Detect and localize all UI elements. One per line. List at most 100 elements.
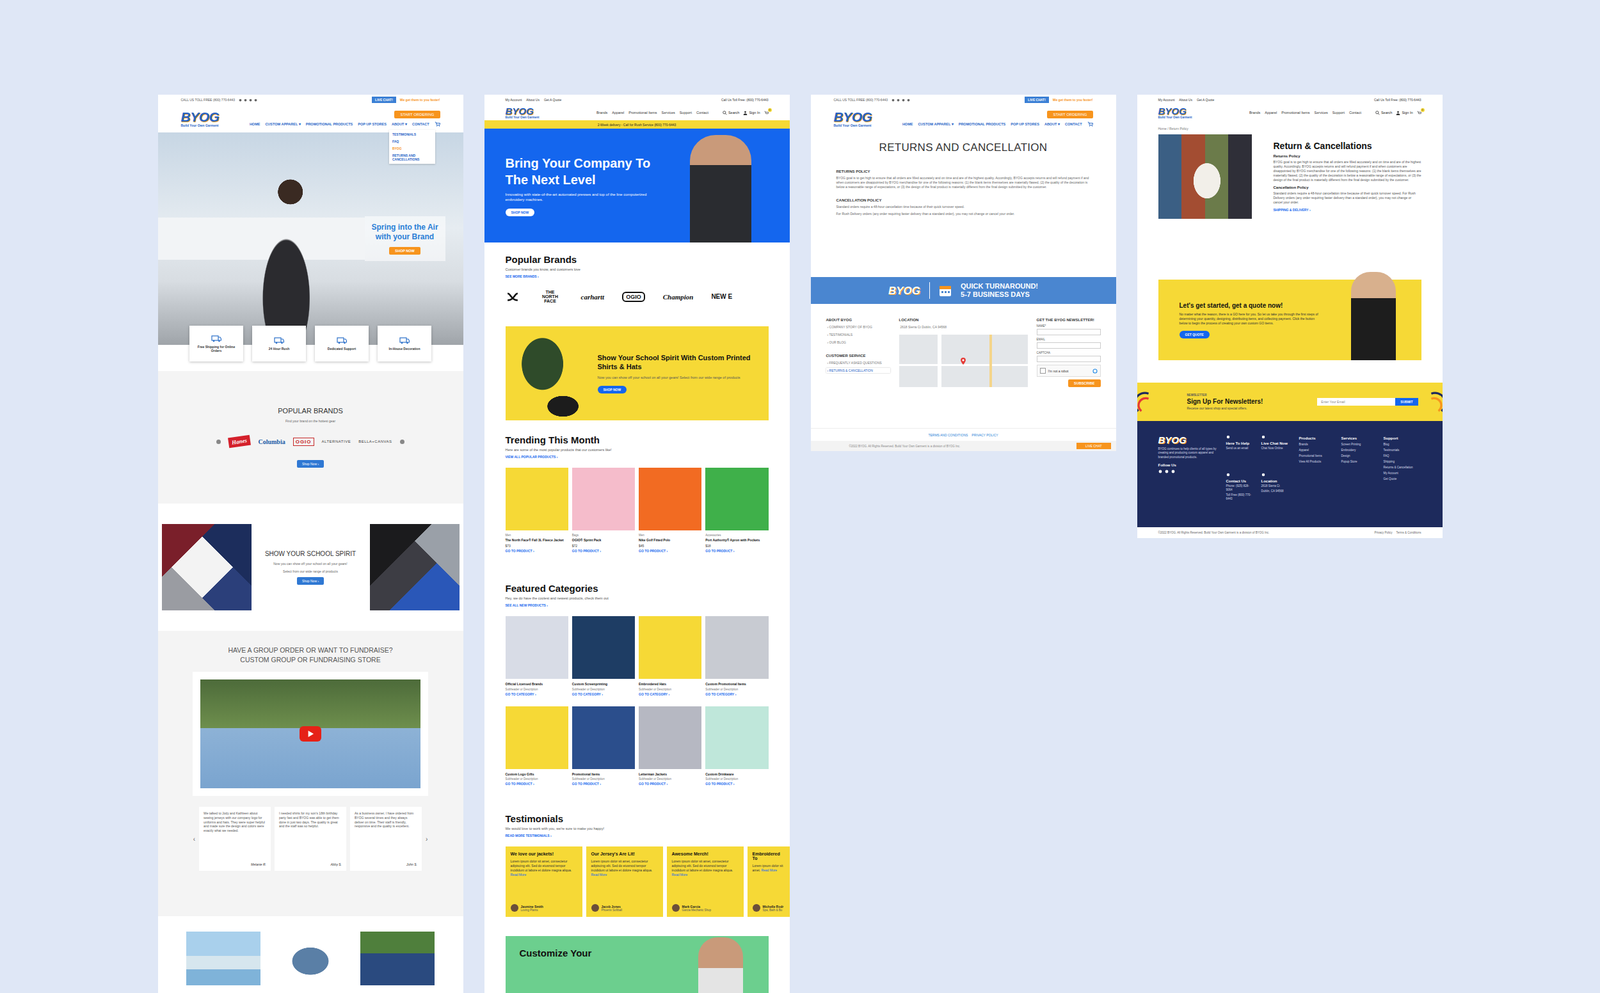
carousel-next[interactable]: › <box>425 835 428 843</box>
product-card[interactable]: MenNike Golf Fitted Polo$45GO TO PRODUCT… <box>638 467 702 553</box>
carousel-prev-icon[interactable] <box>216 439 221 445</box>
footer-link[interactable]: › TESTIMONIALS <box>826 332 891 338</box>
footer-link[interactable]: Returns & Cancellation <box>1383 465 1417 470</box>
cart-icon[interactable] <box>434 121 441 127</box>
read-more-link[interactable]: Read More <box>760 868 777 873</box>
brand-logo[interactable]: NEW E <box>711 293 733 301</box>
top-link[interactable]: About Us <box>1178 97 1193 102</box>
phone-number[interactable]: CALL US TOLL FREE (800) 770-6443 <box>181 97 236 102</box>
start-ordering-button[interactable]: START ORDERING <box>394 110 440 119</box>
category-card[interactable]: Custom Promotional ItemsSubheader or Des… <box>705 616 768 697</box>
social-icon[interactable] <box>906 98 911 102</box>
top-link[interactable]: About Us <box>526 97 540 102</box>
footer-link[interactable]: Popup Store <box>1341 460 1375 464</box>
search-button[interactable]: Search <box>722 110 740 116</box>
shop-now-button[interactable]: SHOP NOW <box>389 247 420 255</box>
text-input[interactable] <box>1036 328 1101 336</box>
brand-logo[interactable]: OGIO <box>622 291 646 303</box>
nav-item[interactable]: PROMOTIONAL PRODUCTS <box>305 122 354 127</box>
submit-button[interactable]: SUBMIT <box>1395 398 1418 406</box>
nav-item[interactable]: POP UP STORES <box>357 122 387 127</box>
footer-link[interactable]: FAQ <box>1383 454 1417 458</box>
nav-item[interactable]: HOME <box>249 122 261 127</box>
logo[interactable]: BYOGBuild Your Own Garment <box>505 106 540 120</box>
social-icon[interactable] <box>243 98 248 102</box>
legal-link[interactable]: TERMS AND CONDITIONS <box>928 433 968 438</box>
footer-link[interactable]: › OUR BLOG <box>826 339 891 345</box>
logo[interactable]: BYOGBuild Your Own Garment <box>181 110 220 128</box>
footer-link[interactable]: › RETURNS & CANCELLATION <box>826 368 891 374</box>
nav-item[interactable]: Promotional Items <box>628 110 657 115</box>
social-icon[interactable] <box>254 98 258 102</box>
legal-link[interactable]: Privacy Policy <box>1374 531 1392 535</box>
subscribe-button[interactable]: SUBSCRIBE <box>1068 379 1101 388</box>
shop-now-button[interactable]: Shop Now › <box>296 460 324 468</box>
product-card[interactable]: MenThe North Face® Fall 3L Fleece Jacket… <box>505 467 569 553</box>
video-player[interactable] <box>200 679 421 789</box>
sign-in-button[interactable]: Sign In <box>743 110 760 116</box>
legal-link[interactable]: PRIVACY POLICY <box>971 433 998 438</box>
top-link[interactable]: Get A Quote <box>1196 97 1215 102</box>
footer-link[interactable]: Get Quote <box>1383 477 1417 481</box>
nav-item[interactable]: CONTACT <box>1064 122 1082 127</box>
category-card[interactable]: Promotional ItemsSubheader or Descriptio… <box>572 706 635 787</box>
live-chat-button[interactable]: LIVE CHAT <box>1076 442 1111 450</box>
carousel-prev[interactable]: ‹ <box>193 835 196 843</box>
brand-logo[interactable]: Champion <box>663 293 694 301</box>
logo[interactable]: BYOGBuild Your Own Garment <box>833 110 873 128</box>
social-icon[interactable] <box>901 98 905 102</box>
logo[interactable]: BYOGBuild Your Own Garment <box>1158 106 1193 120</box>
social-icon[interactable] <box>896 98 900 102</box>
carousel-next-icon[interactable] <box>400 439 405 445</box>
footer-link[interactable]: Blog <box>1383 442 1417 447</box>
nav-item[interactable]: Support <box>1332 110 1345 115</box>
social-icon[interactable] <box>891 98 895 102</box>
start-ordering-button[interactable]: START ORDERING <box>1047 110 1093 119</box>
footer-link[interactable]: View All Products <box>1299 460 1333 464</box>
footer-link[interactable]: Apparel <box>1299 448 1333 452</box>
social-icon[interactable] <box>1171 469 1176 474</box>
get-quote-button[interactable]: GET QUOTE <box>1179 330 1210 339</box>
brand-logo[interactable]: carhartt <box>581 293 605 301</box>
product-card[interactable]: BagsOGIO® Sprint Pack$72GO TO PRODUCT › <box>572 467 635 553</box>
category-card[interactable]: Embroidered HatsSubheader or Description… <box>638 616 702 697</box>
breadcrumb[interactable]: Home / Return Policy <box>1137 120 1443 135</box>
see-all-link[interactable]: SEE ALL NEW PRODUCTS › <box>505 603 769 608</box>
cart-icon[interactable] <box>1087 121 1094 127</box>
camp-photo[interactable] <box>186 931 261 986</box>
shipping-link[interactable]: SHIPPING & DELIVERY › <box>1273 208 1422 212</box>
nav-item[interactable]: Brands <box>596 110 608 115</box>
footer-link[interactable]: Shipping <box>1383 460 1417 464</box>
nav-item[interactable]: CONTACT <box>412 122 429 127</box>
nav-item[interactable]: POP UP STORES <box>1010 122 1040 127</box>
top-link[interactable]: My Account <box>1158 97 1176 102</box>
dropdown-item[interactable]: TESTIMONIALS <box>392 132 432 137</box>
footer-link[interactable]: Testimonials <box>1383 448 1417 452</box>
nav-item[interactable]: Promotional Items <box>1281 110 1310 115</box>
footer-link[interactable]: Design <box>1341 454 1375 458</box>
nav-item[interactable]: CUSTOM APPAREL ▾ <box>917 122 953 127</box>
footer-link[interactable]: › FREQUENTLY ASKED QUESTIONS <box>826 360 891 366</box>
nav-item[interactable]: ABOUT ▾ <box>1044 122 1060 127</box>
see-more-link[interactable]: SEE MORE BRANDS › <box>505 274 790 279</box>
social-icon[interactable] <box>248 98 253 102</box>
footer-link[interactable]: Embroidery <box>1341 448 1375 452</box>
logo[interactable]: BYOG <box>1158 435 1218 445</box>
dropdown-item[interactable]: RETURNS AND CANCELLATIONS <box>392 153 432 162</box>
brand-logo[interactable]: ALTERNATIVE <box>321 439 352 444</box>
dropdown-item[interactable]: FAQ <box>392 139 432 144</box>
live-chat-button[interactable]: LIVE CHAT! <box>371 96 397 104</box>
nav-item[interactable]: Brands <box>1249 110 1261 115</box>
text-input[interactable] <box>1036 355 1101 363</box>
read-more-link[interactable]: READ MORE TESTIMONIALS › <box>505 833 790 838</box>
team-photo[interactable] <box>360 931 435 986</box>
nav-item[interactable]: Services <box>661 110 676 115</box>
top-link[interactable]: Get A Quote <box>544 97 562 102</box>
nav-item[interactable]: CUSTOM APPAREL ▾ <box>264 122 301 127</box>
nav-item[interactable]: ABOUT ▾ TESTIMONIALSFAQBYOGRETURNS AND C… <box>391 122 408 127</box>
nav-item[interactable]: HOME <box>902 122 914 127</box>
top-link[interactable]: My Account <box>505 97 523 102</box>
shop-now-button[interactable]: Shop Now › <box>296 577 324 585</box>
read-more-link[interactable]: Read More <box>672 872 688 877</box>
phone-number[interactable]: CALL US TOLL FREE (800) 770-6443 <box>833 97 889 102</box>
